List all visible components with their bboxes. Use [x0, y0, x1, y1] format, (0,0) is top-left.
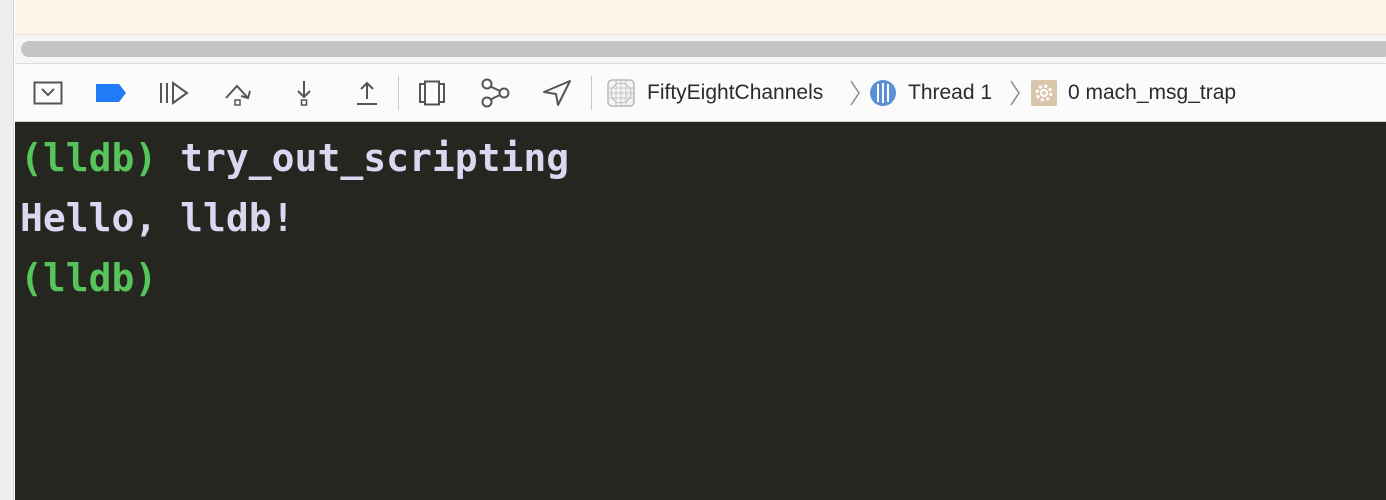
lldb-prompt: (lldb): [20, 256, 158, 300]
horizontal-scrollbar[interactable]: [21, 41, 1386, 57]
app-target-icon: [607, 79, 635, 107]
view-hierarchy-icon: [419, 80, 445, 106]
toolbar-separator: [591, 76, 592, 110]
console-line: (lldb) try_out_scripting: [20, 128, 1386, 188]
debug-memory-graph-button[interactable]: [479, 78, 511, 108]
continue-button[interactable]: [158, 78, 190, 108]
debug-toolbar: FiftyEightChannels Thread 1 0 mach_msg_t…: [15, 64, 1386, 122]
console-line: Hello, lldb!: [20, 188, 1386, 248]
step-into-button[interactable]: [288, 78, 320, 108]
breadcrumb-frame[interactable]: 0 mach_msg_trap: [1068, 81, 1236, 105]
step-out-icon: [357, 81, 377, 105]
console-output: Hello, lldb!: [20, 196, 295, 240]
breadcrumb-thread[interactable]: Thread 1: [908, 81, 992, 105]
toolbar-separator: [398, 76, 399, 110]
lldb-prompt: (lldb): [20, 136, 158, 180]
lldb-console[interactable]: (lldb) try_out_scripting Hello, lldb! (l…: [15, 122, 1386, 500]
horizontal-scroll-area: [15, 35, 1386, 64]
hide-debug-area-icon: [33, 81, 63, 105]
step-out-button[interactable]: [351, 78, 383, 108]
step-over-button[interactable]: [223, 78, 255, 108]
chevron-right-icon: [850, 80, 860, 106]
debug-view-hierarchy-button[interactable]: [416, 78, 448, 108]
simulate-location-button[interactable]: [541, 78, 573, 108]
hide-debug-area-button[interactable]: [32, 78, 64, 108]
toggle-breakpoints-button[interactable]: [95, 78, 127, 108]
console-command: try_out_scripting: [180, 136, 570, 180]
simulate-location-icon: [543, 80, 571, 106]
source-editor-area: [15, 0, 1386, 35]
console-line: (lldb): [20, 248, 1386, 308]
step-into-icon: [297, 81, 311, 106]
navigator-gutter: [0, 0, 14, 500]
memory-graph-icon: [481, 78, 510, 108]
continue-icon: [160, 81, 189, 105]
step-over-icon: [225, 84, 251, 106]
breakpoints-toggle-icon: [96, 84, 126, 102]
breadcrumb-process[interactable]: FiftyEightChannels: [647, 81, 823, 105]
thread-icon: [870, 80, 896, 106]
chevron-right-icon: [1010, 80, 1020, 106]
gear-icon: [1031, 80, 1057, 106]
